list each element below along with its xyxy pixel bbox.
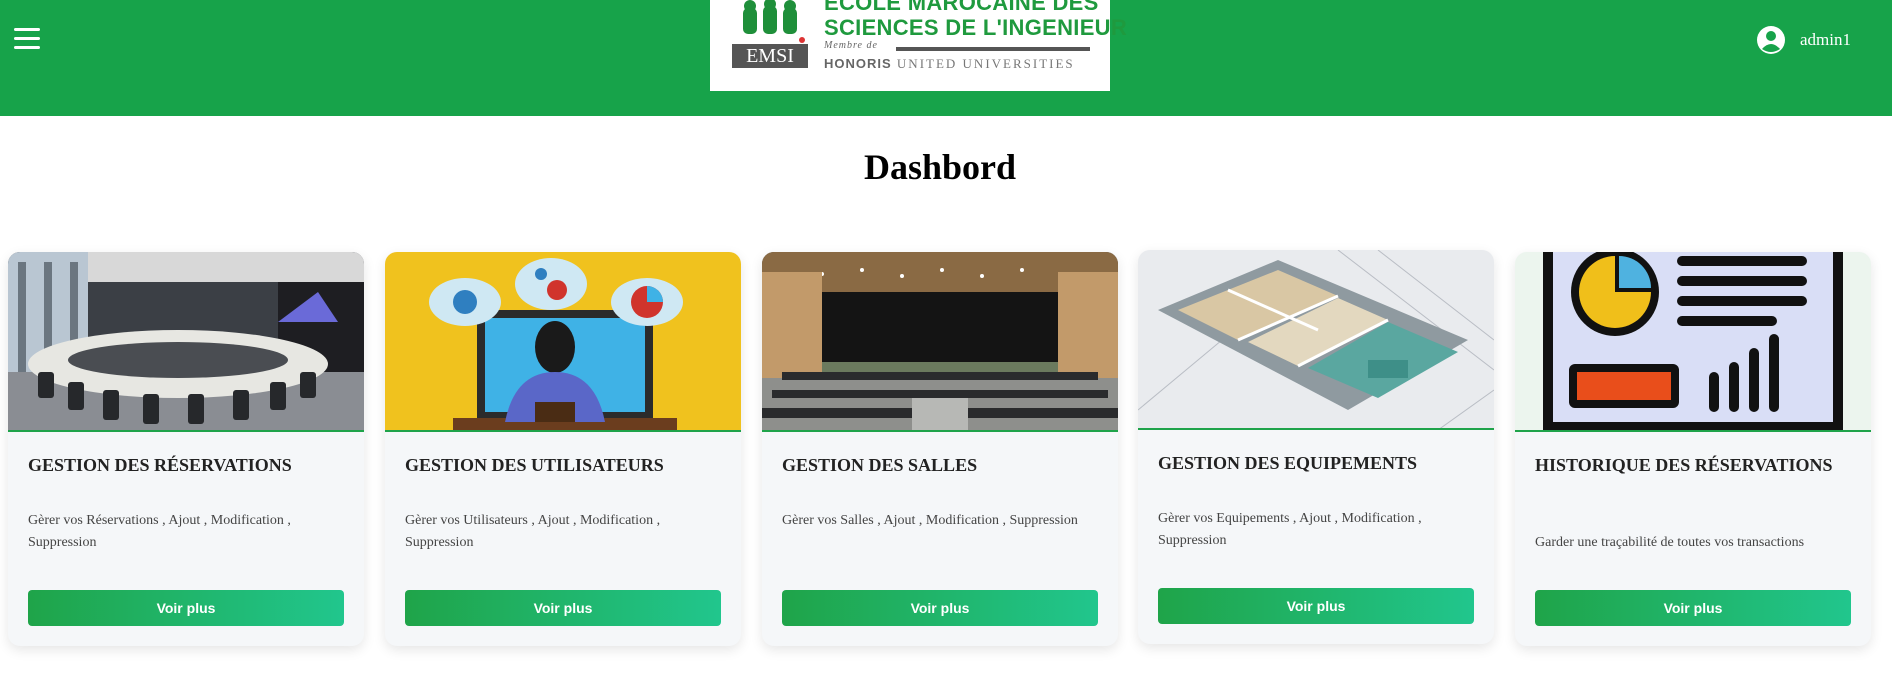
card-description: Garder une traçabilité de toutes vos tra… <box>1535 535 1805 550</box>
card-description: Gèrer vos Réservations , Ajout , Modific… <box>28 513 291 550</box>
card-title: GESTION DES SALLES <box>782 455 978 475</box>
card-description: Gèrer vos Equipements , Ajout , Modifica… <box>1158 511 1422 548</box>
username-label: admin1 <box>1800 30 1851 49</box>
floor-plan-image <box>1138 250 1494 430</box>
logo-divider <box>896 47 1090 51</box>
voir-plus-button[interactable]: Voir plus <box>28 590 344 626</box>
card-reservations: GESTION DES RÉSERVATIONS Gèrer vos Réser… <box>8 252 364 646</box>
logo-honoris-word: HONORIS <box>824 56 892 71</box>
emsi-logo[interactable]: EMSI ÉCOLE MAROCAINE DES SCIENCES DE L'I… <box>710 0 1127 91</box>
emsi-badge-text: EMSI <box>746 45 794 67</box>
page-title: Dashbord <box>863 147 1017 187</box>
card-title: GESTION DES RÉSERVATIONS <box>28 455 292 475</box>
logo-membre-text: Membre de <box>824 40 878 51</box>
card-title: GESTION DES EQUIPEMENTS <box>1158 453 1418 473</box>
auditorium-image <box>762 252 1118 432</box>
logo-title-line1: ÉCOLE MAROCAINE DES <box>824 0 1099 15</box>
top-navbar: EMSI ÉCOLE MAROCAINE DES SCIENCES DE L'I… <box>0 0 1892 116</box>
card-title: GESTION DES UTILISATEURS <box>405 455 664 475</box>
voir-plus-button[interactable]: Voir plus <box>1535 590 1851 626</box>
conference-room-image <box>8 252 364 432</box>
card-title: HISTORIQUE DES RÉSERVATIONS <box>1535 455 1833 475</box>
report-illustration <box>1515 252 1871 432</box>
card-description: Gèrer vos Utilisateurs , Ajout , Modific… <box>405 513 661 550</box>
card-description: Gèrer vos Salles , Ajout , Modification … <box>782 513 1078 528</box>
user-computer-illustration <box>385 252 741 432</box>
card-equipements: GESTION DES EQUIPEMENTS Gèrer vos Equipe… <box>1138 250 1494 644</box>
voir-plus-button[interactable]: Voir plus <box>782 590 1098 626</box>
hamburger-menu-icon[interactable] <box>14 28 40 50</box>
card-historique: HISTORIQUE DES RÉSERVATIONS Garder une t… <box>1515 252 1871 646</box>
card-salles: GESTION DES SALLES Gèrer vos Salles , Aj… <box>762 252 1118 646</box>
card-utilisateurs: GESTION DES UTILISATEURS Gèrer vos Utili… <box>385 252 741 646</box>
user-menu[interactable]: admin1 <box>1756 24 1851 56</box>
user-circle-icon <box>1757 26 1785 54</box>
logo-universities-word: UNITED UNIVERSITIES <box>896 56 1075 71</box>
logo-honoris-text: HONORIS UNITED UNIVERSITIES <box>824 56 1075 72</box>
voir-plus-button[interactable]: Voir plus <box>405 590 721 626</box>
emsi-logo-mark: EMSI <box>732 0 808 68</box>
voir-plus-button[interactable]: Voir plus <box>1158 588 1474 624</box>
logo-title-line2: SCIENCES DE L'INGENIEUR <box>824 15 1128 40</box>
